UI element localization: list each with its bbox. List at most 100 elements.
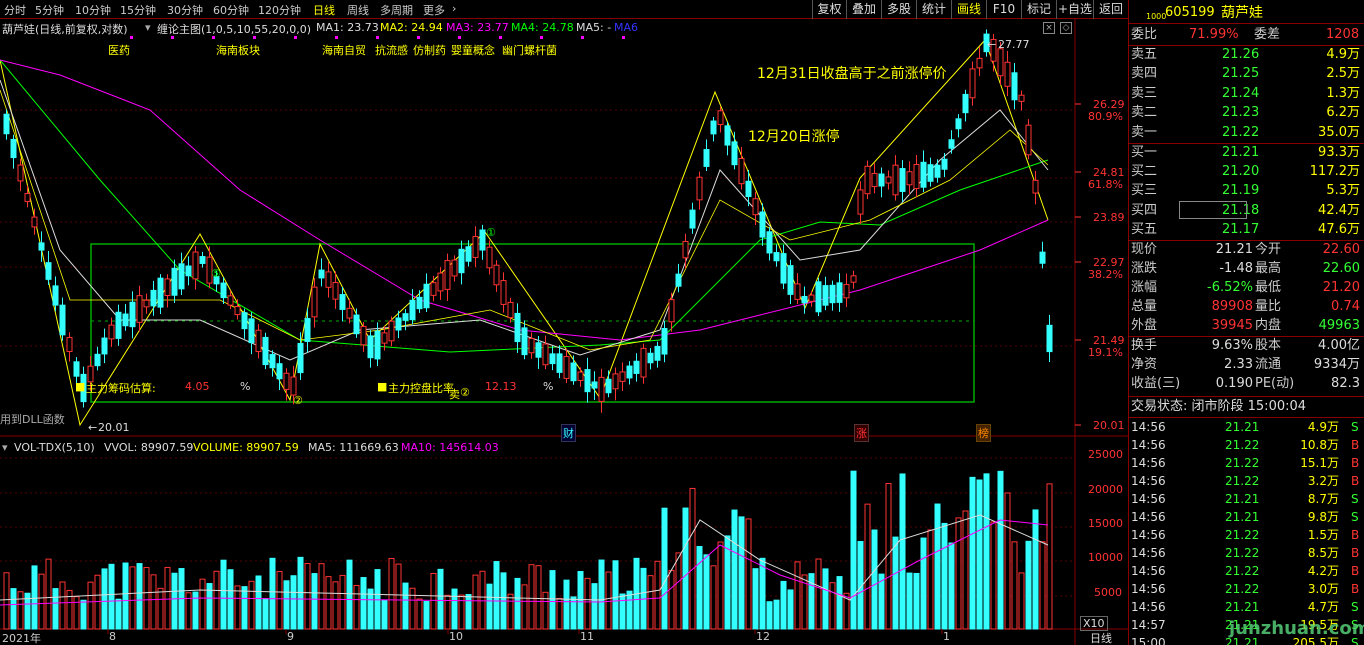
kline-chart[interactable] <box>0 19 1128 645</box>
trade-time: 15:00 <box>1131 636 1166 645</box>
volume-bar-down <box>619 593 626 630</box>
volume-bar-down <box>549 570 556 630</box>
volume-bar-down <box>122 562 129 630</box>
ask-price[interactable]: 21.22 <box>1222 124 1259 142</box>
period-10min[interactable]: 10分钟 <box>75 2 111 18</box>
candle-up <box>66 337 73 352</box>
volume-bar-down <box>822 568 829 630</box>
bid-price[interactable]: 21.21 <box>1222 144 1259 162</box>
trade-side: S <box>1351 420 1359 434</box>
ask-level-label: 卖一 <box>1131 124 1158 140</box>
signal-dot <box>458 36 461 39</box>
volume-bar-up <box>409 587 416 630</box>
chevron-right-icon[interactable]: › <box>452 2 456 15</box>
overlay-button[interactable]: 叠加 <box>846 0 881 19</box>
fund-value: 9334万 <box>1313 357 1360 372</box>
volume-bar-down <box>269 557 276 630</box>
volume-bar-up <box>143 567 150 630</box>
signal-dot <box>212 36 215 39</box>
trade-price: 21.22 <box>1225 546 1260 560</box>
event-tag[interactable]: 榜 <box>976 424 991 442</box>
ask-price[interactable]: 21.24 <box>1222 85 1259 103</box>
volume-bar-down <box>577 571 584 630</box>
period-120min[interactable]: 120分钟 <box>258 2 301 18</box>
trade-time: 14:57 <box>1131 618 1166 632</box>
candle-up <box>472 236 479 258</box>
trade-volume: 10.8万 <box>1300 438 1339 452</box>
volume-bar-down <box>10 588 17 630</box>
vol-indicator-name[interactable]: VOL-TDX(5,10) <box>14 441 95 454</box>
trade-side: S <box>1351 510 1359 524</box>
bi-mark-text: 卖 <box>449 388 460 401</box>
volume-bar-up <box>157 587 164 630</box>
candle-down <box>962 93 969 114</box>
candle-up <box>500 280 507 305</box>
bid-level-label: 买三 <box>1131 183 1158 199</box>
multi-stock-button[interactable]: 多股 <box>881 0 916 19</box>
candle-up <box>437 272 444 292</box>
ask-volume: 2.5万 <box>1326 66 1360 82</box>
candle-down <box>465 246 472 262</box>
candle-down <box>521 327 528 356</box>
fund-value: 0.190 <box>1215 376 1253 391</box>
bi-mark: ⑤ <box>211 267 221 280</box>
trade-volume: 4.2万 <box>1307 564 1339 578</box>
volume-bar-up <box>668 569 675 630</box>
period-60min[interactable]: 60分钟 <box>213 2 249 18</box>
period-30min[interactable]: 30分钟 <box>167 2 203 18</box>
trade-time: 14:56 <box>1131 564 1166 578</box>
volume-bar-down <box>948 542 955 630</box>
stats-button[interactable]: 统计 <box>916 0 951 19</box>
trade-time: 14:56 <box>1131 456 1166 470</box>
ask-volume: 35.0万 <box>1318 124 1360 140</box>
volume-bar-down <box>423 600 430 630</box>
period-more[interactable]: 更多 <box>423 2 445 18</box>
candle-up <box>255 329 262 353</box>
candle-down <box>787 265 794 295</box>
volume-bar-up <box>535 565 542 630</box>
candle-down <box>605 378 612 394</box>
trade-price: 21.22 <box>1225 528 1260 542</box>
mark-button[interactable]: 标记 <box>1021 0 1056 19</box>
candle-up <box>808 294 815 302</box>
bid-price[interactable]: 21.17 <box>1222 221 1259 239</box>
volume-bar-up <box>332 581 339 630</box>
chevron-down-icon[interactable]: ▾ <box>2 441 8 454</box>
candle-up <box>1004 61 1011 87</box>
fuquan-button[interactable]: 复权 <box>812 0 846 19</box>
period-daily[interactable]: 日线 <box>313 2 335 18</box>
volume-bar-up <box>584 577 591 630</box>
quote-label: 量比 <box>1255 299 1282 314</box>
candle-down <box>626 365 633 379</box>
ask-price[interactable]: 21.25 <box>1222 65 1259 83</box>
bid-price[interactable]: 21.20 <box>1222 163 1259 181</box>
bid-price[interactable]: 21.19 <box>1222 182 1259 200</box>
candle-up <box>619 371 626 382</box>
candle-up <box>143 299 150 308</box>
event-tag[interactable]: 财 <box>561 424 576 442</box>
volume-bar-up <box>1004 492 1011 630</box>
ask-price[interactable]: 21.23 <box>1222 104 1259 122</box>
quote-value: -6.52% <box>1207 280 1253 295</box>
period-5min[interactable]: 5分钟 <box>35 2 64 18</box>
quote-value: 21.21 <box>1215 242 1253 257</box>
vvol-legend: VVOL: 89907.59 <box>104 441 194 454</box>
candle-down <box>10 138 17 159</box>
period-15min[interactable]: 15分钟 <box>120 2 156 18</box>
back-button[interactable]: 返回 <box>1093 0 1128 19</box>
period-multi[interactable]: 多周期 <box>380 2 413 18</box>
event-tag[interactable]: 涨 <box>854 424 869 442</box>
ask-price[interactable]: 21.26 <box>1222 46 1259 64</box>
trade-price: 21.22 <box>1225 582 1260 596</box>
volume-bar-up <box>528 564 535 630</box>
add-watchlist-button[interactable]: +自选 <box>1056 0 1093 19</box>
candle-up <box>752 198 759 216</box>
period-weekly[interactable]: 周线 <box>347 2 369 18</box>
trade-time: 14:56 <box>1131 600 1166 614</box>
zhuli-chip-pct: % <box>240 380 251 393</box>
draw-line-button[interactable]: 画线 <box>951 0 986 19</box>
f10-button[interactable]: F10 <box>986 0 1021 19</box>
period-minute[interactable]: 分时 <box>4 2 26 18</box>
quote-value: 39945 <box>1211 318 1253 333</box>
candle-up <box>997 48 1004 77</box>
